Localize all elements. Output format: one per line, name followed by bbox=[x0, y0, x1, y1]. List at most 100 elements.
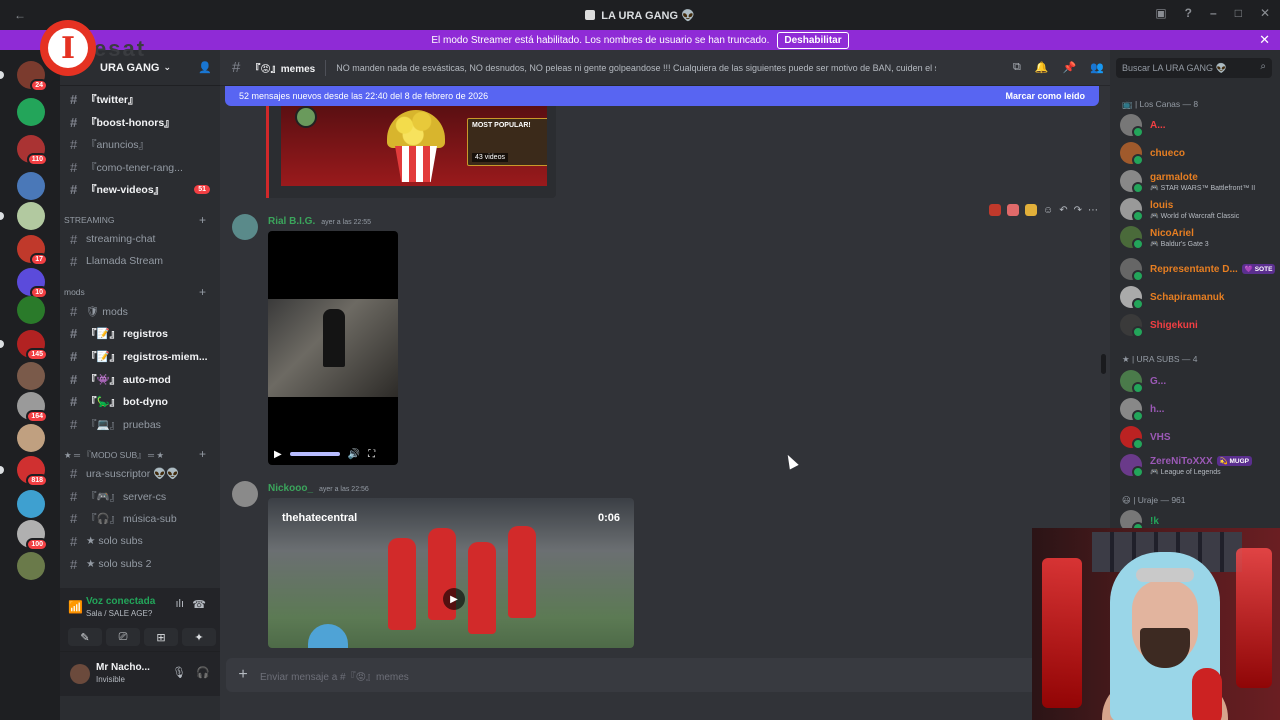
server-icon[interactable] bbox=[17, 424, 45, 452]
member-item[interactable]: ZereNiToXXX 💫 MUGP 🎮 League of Legends bbox=[1120, 452, 1280, 478]
members-icon[interactable]: 👥 bbox=[1090, 61, 1104, 74]
channel-item[interactable]: ▶#『🦕』 bot-dyno bbox=[64, 391, 214, 411]
channel-item[interactable]: ▶#『📝』 registros-miem... bbox=[64, 346, 214, 366]
volume-icon[interactable]: 🔊 bbox=[348, 449, 360, 460]
camera-button[interactable]: ✎ bbox=[68, 628, 102, 646]
channel-category[interactable]: ★ ═ 『MODO SUB』 ═ ★ + bbox=[64, 447, 214, 461]
add-channel-icon[interactable]: + bbox=[199, 213, 206, 227]
mic-icon[interactable]: 🎙 bbox=[172, 666, 186, 679]
message-composer[interactable]: + Enviar mensaje a #『😡』memes 🎁 ▤ ◧ bbox=[226, 658, 1104, 692]
reaction-emoji-icon[interactable] bbox=[989, 204, 1001, 216]
channel-item[interactable]: ▶#『👾』 auto-mod bbox=[64, 369, 214, 389]
message-author[interactable]: Rial B.I.G. ayer a las 22:55 bbox=[268, 216, 371, 227]
server-icon[interactable] bbox=[17, 362, 45, 390]
server-icon[interactable]: 164 bbox=[17, 392, 48, 423]
server-icon[interactable] bbox=[17, 202, 45, 230]
disable-streamer-button[interactable]: Deshabilitar bbox=[777, 31, 849, 49]
member-item[interactable]: chueco bbox=[1120, 140, 1280, 166]
minimize-button[interactable]: – bbox=[1210, 6, 1217, 20]
server-icon[interactable] bbox=[17, 490, 45, 518]
back-arrow-icon[interactable]: ← bbox=[14, 8, 26, 22]
noise-icon[interactable]: ılı bbox=[175, 598, 184, 610]
reaction-emoji-icon[interactable] bbox=[1025, 204, 1037, 216]
channel-item[interactable]: # ★ solo subs bbox=[64, 531, 214, 551]
more-icon[interactable]: ⋯ bbox=[1088, 205, 1098, 216]
channel-item[interactable]: ▶#『new-videos』51 bbox=[64, 179, 214, 199]
channel-item[interactable]: # Llamada Stream bbox=[64, 251, 214, 271]
most-popular-card[interactable]: MOST POPULAR! 43 videos bbox=[467, 118, 547, 166]
member-item[interactable]: Representante D... 💜 SOTE bbox=[1120, 256, 1280, 282]
channel-item[interactable]: # ★ solo subs 2 bbox=[64, 554, 214, 574]
member-item[interactable]: louis 🎮 World of Warcraft Classic bbox=[1120, 196, 1280, 222]
attach-plus-icon[interactable]: + bbox=[226, 666, 260, 684]
channel-category[interactable]: mods + bbox=[64, 285, 214, 299]
bell-icon[interactable]: 🔔 bbox=[1035, 61, 1049, 74]
channel-item[interactable]: # 『🎮』 server-cs bbox=[64, 486, 214, 506]
scrollbar[interactable] bbox=[1101, 354, 1106, 374]
avatar[interactable] bbox=[70, 664, 90, 684]
server-icon[interactable]: 818 bbox=[17, 456, 48, 487]
help-icon[interactable]: ? bbox=[1185, 6, 1192, 20]
channel-item[interactable]: # 🛡 mods bbox=[64, 301, 214, 321]
close-window-button[interactable]: ✕ bbox=[1260, 6, 1270, 20]
channel-topic[interactable]: NO manden nada de esvásticas, NO desnudo… bbox=[336, 63, 936, 73]
mark-read-button[interactable]: Marcar como leído bbox=[1005, 91, 1085, 101]
server-icon[interactable]: 10 bbox=[17, 268, 48, 299]
embed-thumbnail[interactable]: MOST POPULAR! 43 videos bbox=[281, 106, 547, 186]
maximize-button[interactable]: □ bbox=[1235, 6, 1242, 20]
video-embed[interactable]: MOST POPULAR! 43 videos bbox=[266, 106, 556, 198]
new-messages-bar[interactable]: 52 mensajes nuevos desde las 22:40 del 8… bbox=[225, 86, 1099, 106]
avatar[interactable] bbox=[232, 481, 258, 507]
play-icon[interactable]: ▶ bbox=[274, 449, 282, 460]
invite-icon[interactable]: 👤 bbox=[198, 61, 212, 74]
channel-item[interactable]: ▶#『como-tener-rang... bbox=[64, 157, 214, 177]
user-name[interactable]: Mr Nacho... bbox=[96, 662, 150, 673]
channel-item[interactable]: # 『🎧』 música-sub bbox=[64, 508, 214, 528]
forward-icon[interactable]: ↷ bbox=[1074, 205, 1082, 216]
add-channel-icon[interactable]: + bbox=[199, 447, 206, 461]
soundboard-button[interactable]: ✦ bbox=[182, 628, 216, 646]
member-item[interactable]: A... bbox=[1120, 112, 1280, 138]
video-player[interactable]: ▶ 🔊 ⛶ bbox=[268, 231, 398, 465]
channel-item[interactable]: ▶#『twitter』 bbox=[64, 89, 214, 109]
composer-placeholder[interactable]: Enviar mensaje a #『😡』memes bbox=[260, 668, 409, 683]
activities-button[interactable]: ⊞ bbox=[144, 628, 178, 646]
pin-icon[interactable]: 📌 bbox=[1063, 61, 1077, 74]
server-icon[interactable] bbox=[17, 98, 45, 126]
member-item[interactable]: VHS bbox=[1120, 424, 1280, 450]
channel-item[interactable]: # streaming-chat bbox=[64, 229, 214, 249]
server-icon[interactable]: 145 bbox=[17, 330, 48, 361]
add-channel-icon[interactable]: + bbox=[199, 285, 206, 299]
member-item[interactable]: Shigekuni bbox=[1120, 312, 1280, 338]
threads-icon[interactable]: ⧉ bbox=[1013, 61, 1021, 74]
channel-category[interactable]: STREAMING + bbox=[64, 213, 214, 227]
reaction-emoji-icon[interactable] bbox=[1007, 204, 1019, 216]
search-input[interactable]: Buscar LA URA GANG 👽 ⌕ bbox=[1116, 58, 1272, 78]
video-embed-2[interactable]: thehatecentral 0:06 ▶ bbox=[268, 498, 634, 648]
screen-share-button[interactable]: ⎚ bbox=[106, 628, 140, 646]
server-icon[interactable]: 100 bbox=[17, 520, 48, 551]
member-item[interactable]: Schapiramanuk bbox=[1120, 284, 1280, 310]
inbox-icon[interactable]: ▣ bbox=[1155, 6, 1166, 20]
server-icon[interactable] bbox=[17, 172, 45, 200]
headphones-icon[interactable]: 🎧 bbox=[196, 666, 210, 679]
message-author[interactable]: Nickooo_ ayer a las 22:56 bbox=[268, 483, 369, 494]
close-icon[interactable]: ✕ bbox=[1259, 32, 1270, 48]
member-item[interactable]: NicoAriel 🎮 Baldur's Gate 3 bbox=[1120, 224, 1280, 250]
server-icon[interactable]: 24 bbox=[17, 61, 48, 92]
play-icon[interactable]: ▶ bbox=[443, 588, 465, 610]
disconnect-icon[interactable]: ☎ bbox=[192, 598, 206, 611]
voice-status[interactable]: Voz conectada bbox=[86, 596, 155, 607]
reply-icon[interactable]: ↶ bbox=[1059, 205, 1067, 216]
channel-item[interactable]: # 『💻』 pruebas bbox=[64, 414, 214, 434]
channel-item[interactable]: ▶#『boost-honors』 bbox=[64, 112, 214, 132]
server-icon[interactable]: 17 bbox=[17, 235, 48, 266]
avatar[interactable] bbox=[232, 214, 258, 240]
channel-item[interactable]: # ura-suscriptor 👽👽 bbox=[64, 463, 214, 483]
add-reaction-icon[interactable]: ☺ bbox=[1043, 205, 1053, 216]
server-icon[interactable] bbox=[17, 296, 45, 324]
server-icon[interactable]: 110 bbox=[17, 135, 48, 166]
volume-slider[interactable] bbox=[289, 452, 340, 456]
member-item[interactable]: h... bbox=[1120, 396, 1280, 422]
member-item[interactable]: G... bbox=[1120, 368, 1280, 394]
